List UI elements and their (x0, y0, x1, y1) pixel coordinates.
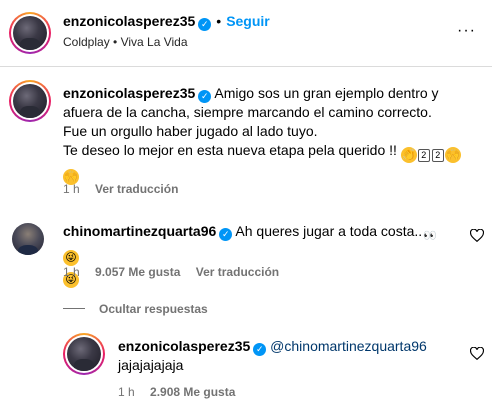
comment-text: Ah queres jugar a toda costa.. (235, 223, 423, 239)
caption-line-3: Fue un orgullo haber jugado al lado tuyo… (63, 123, 318, 139)
keycap-two-icon: 2 (417, 149, 430, 162)
comment-likes[interactable]: 9.057 Me gusta (95, 265, 180, 279)
header-title-row: enzonicolasperez35 ✓ • Seguir (63, 13, 270, 31)
reply-text: jajajajajaja (118, 357, 184, 373)
replies-toggle-row[interactable]: Ocultar respuestas (63, 300, 208, 318)
reply-body: enzonicolasperez35 ✓ @chinomartinezquarta… (118, 337, 458, 375)
follow-button[interactable]: Seguir (226, 13, 270, 29)
comment-time[interactable]: 1 h (63, 265, 80, 279)
verified-icon: ✓ (198, 18, 212, 31)
comment-meta: 1 h 9.057 Me gusta Ver traducción (63, 265, 279, 279)
post-caption: enzonicolasperez35 ✓ Amigo sos un gran ej… (63, 84, 483, 185)
caption-line-4: Te deseo lo mejor en esta nueva etapa pe… (63, 142, 397, 158)
music-label[interactable]: Coldplay • Viva La Vida (63, 35, 188, 49)
more-options-icon[interactable]: ··· (457, 22, 476, 40)
heart-icon[interactable] (470, 229, 484, 242)
header-avatar[interactable] (9, 12, 51, 54)
header-divider (0, 66, 492, 67)
reply-mention-link[interactable]: @chinomartinezquarta96 (270, 338, 427, 354)
verified-icon: ✓ (198, 90, 212, 103)
caption-line-1: Amigo sos un gran ejemplo dentro y (214, 85, 439, 101)
reply-time[interactable]: 1 h (118, 385, 135, 399)
reply-likes[interactable]: 2.908 Me gusta (150, 385, 235, 399)
post-time[interactable]: 1 h (63, 182, 80, 196)
reply-username[interactable]: enzonicolasperez35 (118, 338, 250, 354)
separator-dot: • (216, 13, 222, 29)
reply-meta: 1 h 2.908 Me gusta (118, 385, 235, 399)
header-username[interactable]: enzonicolasperez35 (63, 13, 195, 29)
keycap-two-icon: 2 (431, 149, 444, 162)
winking-tongue-emoji-icon: 😜 (63, 250, 79, 266)
raising-hands-emoji-icon: 🙌 (444, 147, 461, 163)
post-avatar[interactable] (9, 80, 51, 122)
eyes-emoji-icon: 👀 (422, 228, 439, 244)
verified-icon: ✓ (253, 343, 267, 356)
comment-avatar[interactable] (12, 223, 44, 255)
post-meta: 1 h Ver traducción (63, 182, 178, 196)
comment-username[interactable]: chinomartinezquarta96 (63, 223, 216, 239)
clapping-hands-emoji-icon: 👏 (400, 147, 417, 163)
verified-icon: ✓ (219, 228, 233, 241)
comment-translate-link[interactable]: Ver traducción (196, 265, 279, 279)
post-translate-link[interactable]: Ver traducción (95, 182, 178, 196)
replies-toggle-line (63, 308, 85, 309)
hide-replies-button[interactable]: Ocultar respuestas (99, 302, 208, 316)
heart-icon[interactable] (470, 347, 484, 360)
caption-line-2: afuera de la cancha, siempre marcando el… (63, 104, 432, 120)
post-username[interactable]: enzonicolasperez35 (63, 85, 195, 101)
reply-avatar[interactable] (63, 333, 105, 375)
